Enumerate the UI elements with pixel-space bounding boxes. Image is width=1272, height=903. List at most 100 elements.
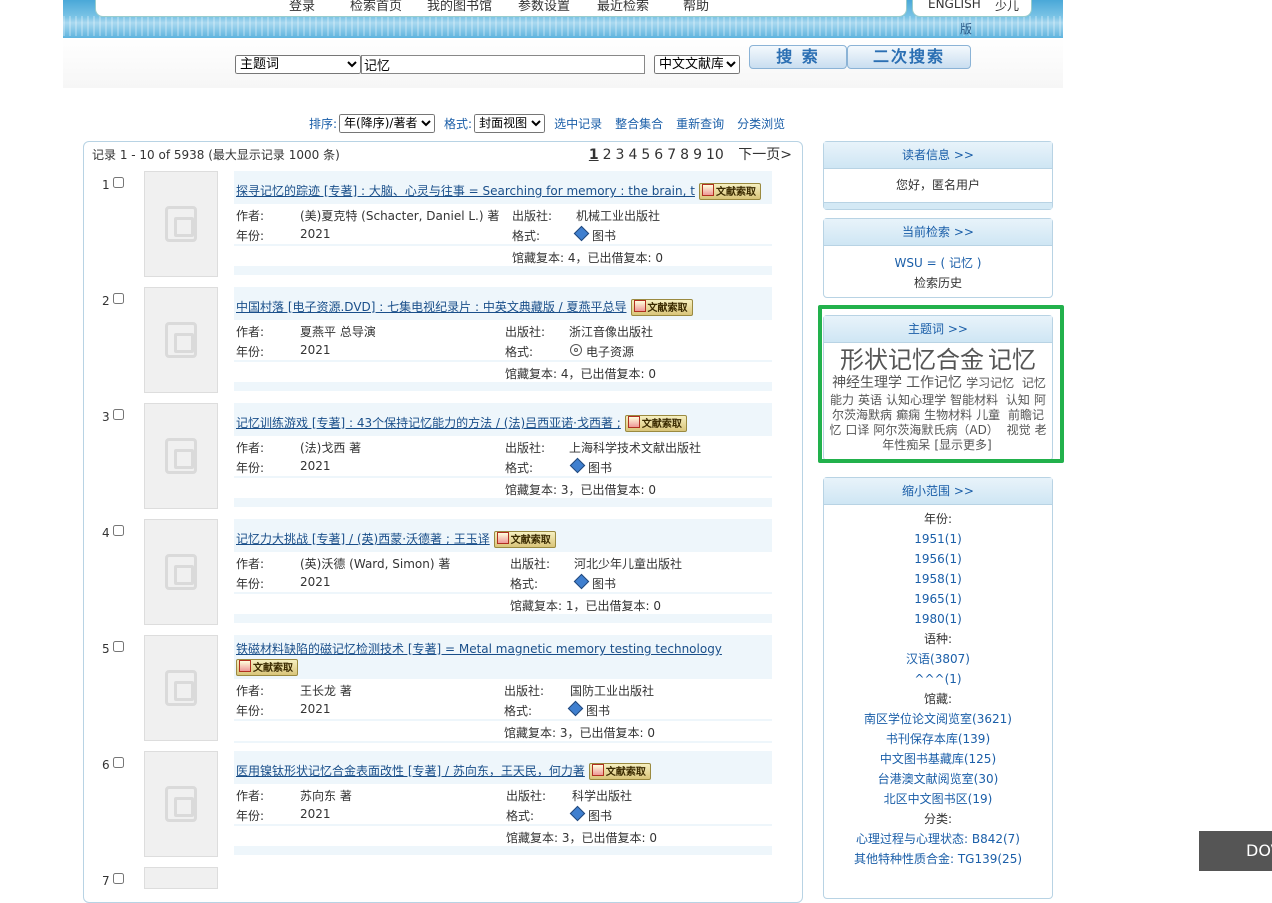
record-title[interactable]: 铁磁材料缺陷的磁记忆检测技术 [专著] = Metal magnetic mem… xyxy=(236,640,722,657)
english-link[interactable]: ENGLISH xyxy=(928,0,981,11)
page-link[interactable]: 2 xyxy=(603,147,612,163)
record-checkbox[interactable] xyxy=(113,641,124,652)
lang-facet[interactable]: ^^^(1) xyxy=(824,669,1052,689)
request-button[interactable]: 文献索取 xyxy=(624,415,687,432)
narrow-title[interactable]: 缩小范围 >> xyxy=(824,478,1052,505)
class-facet[interactable]: 其他特种性质合金: TG139(25) xyxy=(824,849,1052,869)
record-year: 2021 xyxy=(300,227,331,241)
search-input[interactable] xyxy=(361,55,645,74)
page-link[interactable]: 7 xyxy=(667,147,676,163)
class-facet[interactable]: 心理过程与心理状态: B842(7) xyxy=(824,829,1052,849)
nav-search-home[interactable]: 检索首页 xyxy=(350,0,402,14)
lang-facet[interactable]: 汉语(3807) xyxy=(824,649,1052,669)
nav-login[interactable]: 登录 xyxy=(289,0,315,14)
reader-info-panel: 读者信息 >> 您好，匿名用户 xyxy=(823,141,1053,210)
location-facet[interactable]: 南区学位论文阅览室(3621) xyxy=(824,709,1052,729)
year-facet[interactable]: 1956(1) xyxy=(824,549,1052,569)
cover-thumbnail[interactable] xyxy=(144,867,218,889)
nav-settings[interactable]: 参数设置 xyxy=(518,0,570,14)
result-record: 3 记忆训练游戏 [专著] : 43个保持记忆能力的方法 / (法)吕西亚诺·戈… xyxy=(84,403,802,516)
placeholder-cover-icon xyxy=(165,670,197,706)
cover-thumbnail[interactable] xyxy=(144,751,218,857)
nav-recent-search[interactable]: 最近检索 xyxy=(597,0,649,14)
request-icon xyxy=(633,300,646,312)
format-select[interactable]: 封面视图 xyxy=(474,113,546,133)
record-author: (法)戈西 著 xyxy=(300,441,362,455)
select-records-link[interactable]: 选中记录 xyxy=(554,115,602,132)
record-publisher: 国防工业出版社 xyxy=(570,684,655,698)
cover-thumbnail[interactable] xyxy=(144,403,218,509)
record-number: 2 xyxy=(102,294,110,308)
request-button[interactable]: 文献索取 xyxy=(698,183,761,200)
year-facet[interactable]: 1958(1) xyxy=(824,569,1052,589)
location-facet[interactable]: 北区中文图书区(19) xyxy=(824,789,1052,809)
record-year: 2021 xyxy=(300,459,331,473)
request-button[interactable]: 文献索取 xyxy=(588,763,651,780)
nav-help[interactable]: 帮助 xyxy=(683,0,709,14)
download-tab[interactable]: DOV xyxy=(1199,831,1272,871)
year-facet[interactable]: 1965(1) xyxy=(824,589,1052,609)
record-checkbox[interactable] xyxy=(113,757,124,768)
request-button[interactable]: 文献索取 xyxy=(493,531,556,548)
record-title-line: 医用镍钛形状记忆合金表面改性 [专著] / 苏向东，王天民，何力著 文献索取 xyxy=(236,762,651,780)
format-label: 格式: xyxy=(505,345,534,359)
search-history-link[interactable]: 检索历史 xyxy=(824,273,1052,293)
record-checkbox[interactable] xyxy=(113,409,124,420)
record-title-line: 中国村落 [电子资源.DVD] : 七集电视纪录片 : 中英文典藏版 / 夏燕平… xyxy=(236,298,693,316)
merge-sets-link[interactable]: 整合集合 xyxy=(615,115,663,132)
placeholder-cover-icon xyxy=(165,554,197,590)
year-facet[interactable]: 1980(1) xyxy=(824,609,1052,629)
kids-suffix: 版 xyxy=(960,22,973,36)
request-icon xyxy=(591,764,604,776)
location-facet[interactable]: 中文图书基藏库(125) xyxy=(824,749,1052,769)
reader-info-title[interactable]: 读者信息 >> xyxy=(824,142,1052,169)
library-select[interactable]: 中文文献库 xyxy=(654,55,740,74)
record-title[interactable]: 记忆训练游戏 [专著] : 43个保持记忆能力的方法 / (法)吕西亚诺·戈西著… xyxy=(236,416,621,430)
search-field-select[interactable]: 主题词 xyxy=(235,55,361,74)
results-summary: 记录 1 - 10 of 5938 (最大显示记录 1000 条) xyxy=(92,148,340,162)
record-checkbox[interactable] xyxy=(113,293,124,304)
cover-thumbnail[interactable] xyxy=(144,519,218,625)
page-link[interactable]: 4 xyxy=(628,147,637,163)
nav-my-library[interactable]: 我的图书馆 xyxy=(427,0,492,14)
page-link[interactable]: 10 xyxy=(706,147,724,163)
location-facet[interactable]: 书刊保存本库(139) xyxy=(824,729,1052,749)
record-checkbox[interactable] xyxy=(113,525,124,536)
record-title[interactable]: 医用镍钛形状记忆合金表面改性 [专著] / 苏向东，王天民，何力著 xyxy=(236,764,585,778)
new-query-link[interactable]: 重新查询 xyxy=(676,115,724,132)
current-search-title[interactable]: 当前检索 >> xyxy=(824,219,1052,246)
request-label: 文献索取 xyxy=(253,663,293,674)
request-button[interactable]: 文献索取 xyxy=(630,299,693,316)
record-holdings: 馆藏复本: 3，已出借复本: 0 xyxy=(506,831,657,845)
record-author: 夏燕平 总导演 xyxy=(300,325,376,339)
browse-class-link[interactable]: 分类浏览 xyxy=(737,115,785,132)
search-button[interactable]: 搜 索 xyxy=(749,45,847,69)
request-button[interactable]: 文献索取 xyxy=(236,659,298,676)
record-checkbox[interactable] xyxy=(113,177,124,188)
record-publisher: 科学出版社 xyxy=(572,789,633,803)
result-record: 5 铁磁材料缺陷的磁记忆检测技术 [专著] = Metal magnetic m… xyxy=(84,635,802,758)
cover-thumbnail[interactable] xyxy=(144,635,218,741)
year-facet[interactable]: 1951(1) xyxy=(824,529,1052,549)
cover-thumbnail[interactable] xyxy=(144,287,218,393)
record-title[interactable]: 探寻记忆的踪迹 [专著] : 大脑、心灵与往事 = Searching for … xyxy=(236,184,695,198)
page-link[interactable]: 9 xyxy=(693,147,702,163)
second-search-button[interactable]: 二次搜索 xyxy=(847,45,971,69)
record-title[interactable]: 中国村落 [电子资源.DVD] : 七集电视纪录片 : 中英文典藏版 / 夏燕平… xyxy=(236,300,627,314)
cover-thumbnail[interactable] xyxy=(144,171,218,277)
kids-link[interactable]: 少儿 xyxy=(995,0,1019,14)
record-number: 5 xyxy=(102,642,110,656)
page-link[interactable]: 8 xyxy=(680,147,689,163)
format-label: 格式: xyxy=(510,577,539,591)
page-link[interactable]: 6 xyxy=(654,147,663,163)
location-facet[interactable]: 台港澳文献阅览室(30) xyxy=(824,769,1052,789)
page-link[interactable]: 5 xyxy=(641,147,650,163)
sort-select[interactable]: 年(降序)/著者 xyxy=(339,113,436,133)
record-checkbox[interactable] xyxy=(113,873,124,884)
page-link[interactable]: 1 xyxy=(589,147,599,163)
page-link[interactable]: 3 xyxy=(616,147,625,163)
current-query-link[interactable]: WSU = ( 记忆 ) xyxy=(824,253,1052,273)
record-title[interactable]: 记忆力大挑战 [专著] / (英)西蒙·沃德著 ; 王玉译 xyxy=(236,532,490,546)
pager: 1 2 3 4 5 6 7 8 9 10 下一页> xyxy=(587,144,794,164)
next-page-link[interactable]: 下一页> xyxy=(738,147,792,163)
